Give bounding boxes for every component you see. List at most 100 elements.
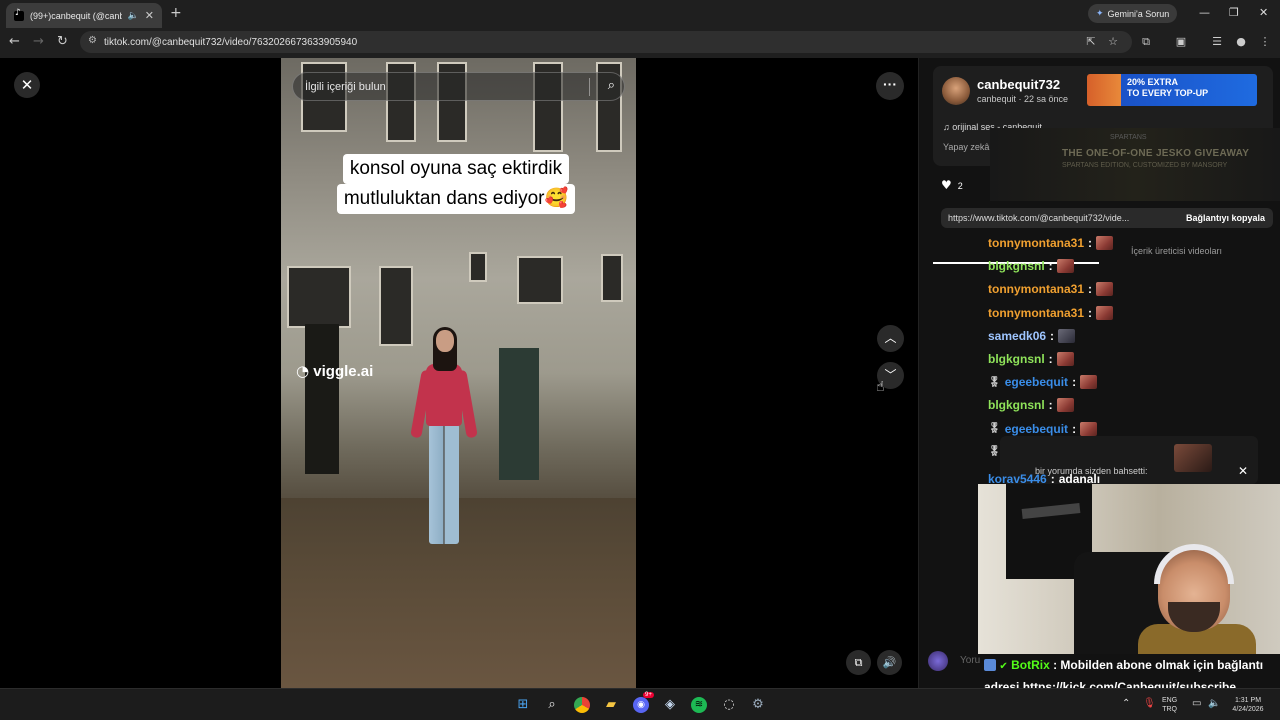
forward-icon[interactable]: → [33, 34, 44, 49]
back-icon[interactable]: ← [9, 34, 20, 49]
author-username[interactable]: canbequit732 [977, 77, 1060, 92]
chat-message: tonnymontana31: [988, 305, 1114, 320]
bot-username: BotRix [1011, 658, 1050, 672]
streamer-webcam [978, 484, 1280, 654]
like-button[interactable]: ♥ 2 [941, 178, 969, 198]
taskbar-search-icon[interactable]: ⌕ [544, 697, 560, 713]
reading-list-icon[interactable]: ☰ [1211, 36, 1223, 48]
tab-title: (99+)canbequit (@canbequ [30, 10, 122, 21]
video-search-input[interactable]: İlgili içeriği bulun ⌕ [292, 72, 625, 101]
chat-message: samedk06: [988, 328, 1076, 343]
chat-message: 🎖egeebequit: [988, 421, 1098, 436]
volume-tray-icon[interactable]: 🔈 [1208, 698, 1220, 709]
windows-start-icon[interactable]: ⊞ [515, 697, 531, 713]
chat-emote [1080, 375, 1098, 390]
browser-tabbar: (99+)canbequit (@canbequ 🔈 ✕ + ✦ Gemini'… [0, 0, 1280, 28]
video-player[interactable]: İlgili içeriği bulun ⌕ konsol oyuna saç … [281, 58, 636, 688]
bookmark-star-icon[interactable]: ☆ [1107, 36, 1119, 48]
chat-emote [1056, 259, 1074, 274]
chat-username: samedk06 [988, 328, 1047, 343]
overlay-line-2: SPARTANS EDITION, CUSTOMIZED BY MANSORY [1062, 162, 1228, 169]
chat-separator: : [1088, 236, 1093, 250]
settings-icon[interactable]: ⚙ [750, 697, 766, 713]
recorder-icon[interactable]: ◌ [721, 697, 737, 713]
building-door [305, 324, 339, 474]
ad-text: 20% EXTRA TO EVERY TOP-UP [1127, 77, 1209, 98]
chat-username: egeebequit [1004, 375, 1069, 390]
chat-separator: : [1048, 398, 1053, 413]
miniplayer-button[interactable]: ⧉ [846, 650, 871, 675]
ad-banner[interactable]: 20% EXTRA TO EVERY TOP-UP [1087, 74, 1257, 106]
reload-icon[interactable]: ↻ [57, 34, 68, 49]
steam-icon[interactable]: ◈ [662, 697, 678, 713]
overlay-brand: SPARTANS [1110, 134, 1147, 141]
restore-icon[interactable]: ❐ [1229, 6, 1239, 19]
copy-link-button[interactable]: Bağlantıyı kopyala [1186, 208, 1265, 228]
chat-emote [1058, 328, 1076, 343]
address-bar[interactable]: ⚙ tiktok.com/@canbequit732/video/7632026… [80, 31, 1132, 53]
minimize-icon[interactable]: — [1199, 6, 1210, 19]
chat-emote [1096, 282, 1114, 297]
chat-emote [1056, 352, 1074, 366]
tray-chevron-icon[interactable]: ⌃ [1122, 698, 1130, 709]
chat-username: tonnymontana31 [988, 236, 1085, 250]
volume-button[interactable]: 🔊 [877, 650, 902, 675]
building-window [601, 254, 623, 302]
tab-creator-videos[interactable]: İçerik üreticisi videoları [1131, 246, 1222, 256]
tab-close-icon[interactable]: ✕ [145, 9, 154, 22]
dancing-person [410, 327, 478, 555]
chrome-icon[interactable] [574, 697, 590, 713]
close-notification-icon[interactable]: ✕ [1238, 464, 1248, 478]
microphone-icon[interactable]: 🎙 [1143, 698, 1156, 709]
video-search-placeholder: İlgili içeriği bulun [305, 80, 386, 93]
verified-icon: ✔ [999, 661, 1008, 672]
comment-placeholder: Yoru [960, 655, 981, 666]
author-subline: canbequit · 22 sa önce [977, 94, 1069, 104]
chat-separator: : [1048, 259, 1053, 274]
discord-badge: 9+ [643, 692, 654, 698]
building-window [379, 266, 413, 346]
chat-message: blgkgnsnl: [988, 259, 1074, 274]
more-options-button[interactable]: ··· [876, 72, 904, 100]
gemini-button[interactable]: ✦ Gemini'a Sorun [1088, 4, 1178, 23]
chat-separator: : [1048, 352, 1053, 366]
chat-emote [1096, 305, 1114, 320]
language-indicator[interactable]: ENG TRQ [1162, 696, 1177, 714]
video-caption: konsol oyuna saç ektirdik mutluluktan da… [319, 154, 593, 214]
subscriber-badge-icon: 🎖 [988, 446, 1001, 458]
bot-badge-icon [984, 659, 996, 671]
search-icon[interactable]: ⌕ [608, 78, 615, 93]
notification-thumbnail [1174, 444, 1212, 472]
chat-message: blgkgnsnl: [988, 398, 1074, 413]
windows-taskbar: ⊞ ⌕ ▰ ◉ 9+ ◈ ≋ ◌ ⚙ ⌃ 🎙 ENG TRQ ▭ 🔈 1:31 P… [0, 688, 1280, 720]
tab-tiktok[interactable]: (99+)canbequit (@canbequ 🔈 ✕ [6, 3, 162, 28]
previous-video-button[interactable]: ︿ [877, 325, 904, 352]
chat-username: tonnymontana31 [988, 282, 1085, 297]
close-window-icon[interactable]: ✕ [1259, 6, 1268, 19]
clock[interactable]: 1:31 PM 4/24/2026 [1228, 696, 1268, 714]
tab-audio-icon[interactable]: 🔈 [128, 11, 139, 21]
chat-message: tonnymontana31: [988, 282, 1114, 297]
chat-emote [1080, 421, 1098, 436]
building-door [499, 348, 539, 480]
stream-overlay-banner: SPARTANS THE ONE-OF-ONE JESKO GIVEAWAY S… [990, 128, 1280, 201]
user-avatar [928, 651, 948, 671]
building-window [517, 256, 563, 304]
viggle-logo-icon: ◔ [296, 362, 310, 380]
comment-bar[interactable]: Yoru [918, 645, 980, 675]
spotify-icon[interactable]: ≋ [691, 697, 707, 713]
extensions-icon[interactable]: ⧉ [1140, 36, 1152, 48]
menu-icon[interactable]: ⋮ [1259, 36, 1271, 48]
site-info-icon[interactable]: ⚙ [88, 35, 97, 46]
new-tab-button[interactable]: + [170, 5, 182, 21]
close-video-button[interactable]: ✕ [14, 72, 40, 98]
author-avatar[interactable] [942, 77, 970, 105]
building-window [469, 252, 487, 282]
split-view-icon[interactable]: ▣ [1175, 36, 1187, 48]
discord-icon[interactable]: ◉ [633, 697, 649, 713]
file-explorer-icon[interactable]: ▰ [603, 697, 619, 713]
profile-icon[interactable]: ● [1235, 36, 1247, 48]
network-icon[interactable]: ▭ [1192, 698, 1201, 709]
install-app-icon[interactable]: ⇱ [1085, 36, 1097, 48]
building-window [287, 266, 351, 328]
